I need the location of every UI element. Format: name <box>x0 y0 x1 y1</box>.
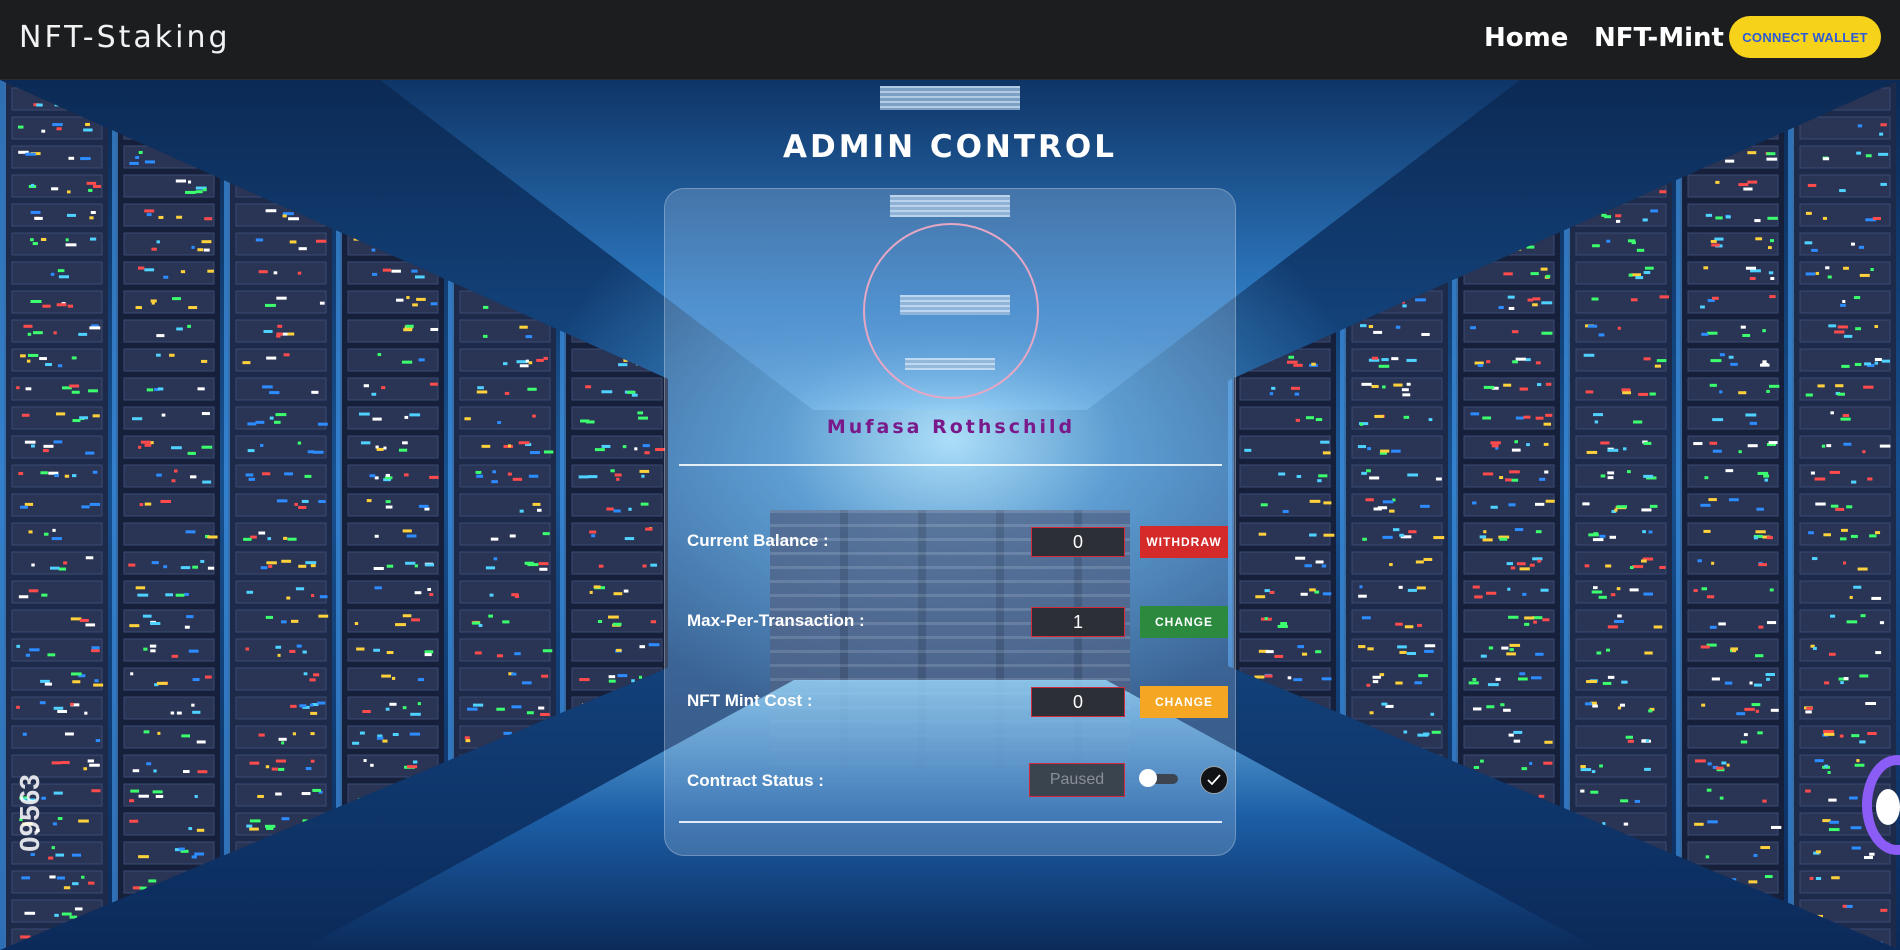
navbar: NFT-Staking Home NFT-Mint CONNECT WALLET <box>0 0 1900 80</box>
contract-status-value: Paused <box>1029 763 1125 797</box>
profile-name: Mufasa Rothschild <box>826 416 1076 438</box>
nav-home-link[interactable]: Home <box>1484 23 1568 53</box>
admin-card: Mufasa Rothschild Current Balance : 0 WI… <box>664 188 1236 856</box>
change-max-per-transaction-button[interactable]: CHANGE <box>1140 606 1228 638</box>
ceiling-light <box>880 86 1020 110</box>
current-balance-label: Current Balance : <box>687 531 829 550</box>
confirm-check-icon[interactable] <box>1200 766 1228 794</box>
divider <box>679 464 1222 466</box>
max-per-transaction-input[interactable]: 1 <box>1031 607 1125 637</box>
avatar <box>863 223 1039 399</box>
watermark-number: 09563 <box>14 774 45 852</box>
toggle-knob <box>1139 769 1157 787</box>
nft-mint-cost-input[interactable]: 0 <box>1031 687 1125 717</box>
nav-nft-mint-link[interactable]: NFT-Mint <box>1594 23 1724 53</box>
nft-mint-cost-label: NFT Mint Cost : <box>687 691 813 710</box>
current-balance-value: 0 <box>1031 527 1125 557</box>
divider <box>679 821 1222 823</box>
page-title: ADMIN CONTROL <box>782 129 1117 165</box>
contract-status-label: Contract Status : <box>687 771 824 790</box>
withdraw-button[interactable]: WITHDRAW <box>1140 526 1228 558</box>
max-per-transaction-label: Max-Per-Transaction : <box>687 611 865 630</box>
brand-logo[interactable]: NFT-Staking <box>19 20 231 55</box>
contract-status-toggle[interactable] <box>1139 769 1178 787</box>
change-nft-mint-cost-button[interactable]: CHANGE <box>1140 686 1228 718</box>
connect-wallet-button[interactable]: CONNECT WALLET <box>1729 16 1881 58</box>
